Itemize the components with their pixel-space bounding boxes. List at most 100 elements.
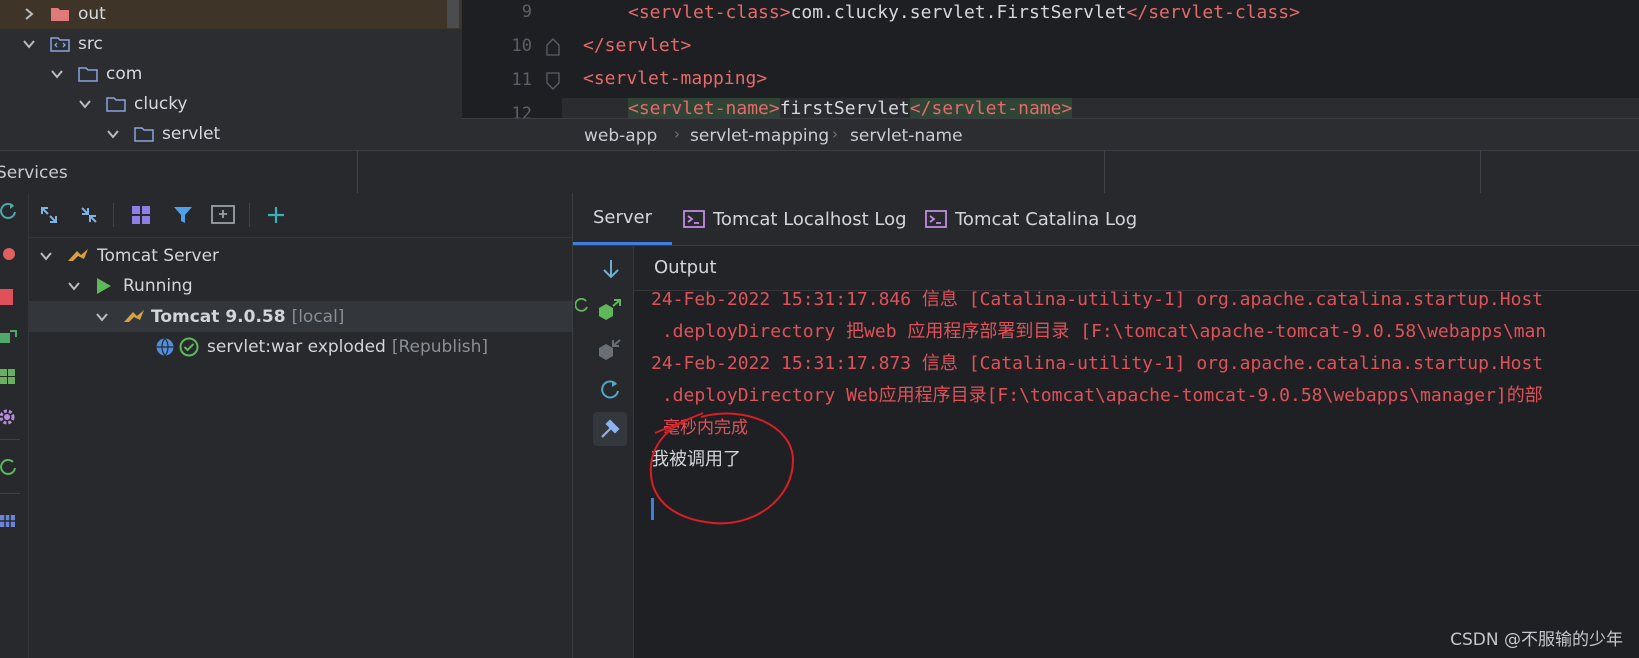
folder-icon — [78, 66, 98, 82]
divider — [1480, 151, 1481, 193]
breadcrumb-item[interactable]: web-app — [584, 126, 657, 146]
log-line: 24-Feb-2022 15:31:17.846 信息 [Catalina-ut… — [651, 289, 1544, 310]
tab-tomcat-catalina-log[interactable]: Tomcat Catalina Log — [925, 193, 1137, 245]
output-label: Output — [654, 257, 717, 278]
line-number: 11 — [511, 70, 532, 90]
tab-label: Tomcat Localhost Log — [713, 208, 907, 230]
tree-node-running[interactable]: Running — [67, 271, 193, 301]
source-folder-icon — [50, 36, 70, 52]
service-details-pane: Server Tomcat Localhost Log Tomcat Catal… — [573, 193, 1639, 658]
chevron-down-icon[interactable] — [78, 97, 92, 111]
refresh-icon[interactable] — [0, 201, 18, 221]
line-number: 10 — [511, 36, 532, 56]
fold-start-icon[interactable] — [546, 72, 560, 90]
divider — [357, 151, 358, 193]
divider — [1104, 151, 1105, 193]
chevron-down-icon[interactable] — [39, 249, 53, 263]
code-editor[interactable]: 9 10 11 12 <servlet-class>com.clucky.ser… — [462, 0, 1639, 118]
tree-node-tag: [local] — [291, 307, 345, 327]
divider — [0, 493, 20, 494]
play-icon — [97, 278, 111, 294]
services-tool-window-header: Services — [0, 150, 1639, 194]
tree-node-tag: [Republish] — [391, 337, 489, 357]
folder-icon — [106, 96, 126, 112]
tree-node-label: Running — [123, 276, 193, 296]
hammer-icon — [601, 419, 620, 438]
details-tab-bar: Server Tomcat Localhost Log Tomcat Catal… — [573, 193, 1639, 246]
tree-item-label: clucky — [134, 93, 188, 114]
tree-node-label: servlet:war exploded — [207, 337, 386, 357]
tree-node-tomcat-instance[interactable]: Tomcat 9.0.58 [local] — [95, 302, 344, 332]
tab-tomcat-localhost-log[interactable]: Tomcat Localhost Log — [683, 193, 907, 245]
expand-all-icon[interactable] — [39, 205, 59, 225]
watermark: CSDN @不服输的少年 — [1450, 630, 1623, 650]
log-line: .deployDirectory 把web 应用程序部署到目录 [F:\tomc… — [651, 321, 1547, 342]
console-icon — [683, 210, 705, 228]
divider — [249, 203, 250, 227]
stop-icon[interactable] — [0, 289, 13, 305]
filter-icon[interactable] — [173, 205, 195, 227]
code-line: </servlet> — [583, 35, 692, 56]
code-line: <servlet-name>firstServlet</servlet-name… — [628, 98, 1073, 118]
tomcat-icon — [124, 310, 144, 322]
tree-node-label: Tomcat Server — [97, 246, 220, 266]
tab-label: Server — [593, 207, 653, 228]
tomcat-icon — [68, 249, 88, 261]
project-tree: out src com clucky servlet — [0, 0, 462, 150]
scrollbar[interactable] — [447, 0, 459, 28]
undeploy-icon[interactable] — [597, 338, 623, 362]
fold-end-icon[interactable] — [546, 38, 560, 56]
tree-node-tomcat-server[interactable]: Tomcat Server — [39, 241, 219, 271]
add-icon[interactable] — [267, 205, 289, 227]
tree-item-clucky[interactable]: clucky — [78, 88, 188, 119]
chevron-down-icon[interactable] — [67, 279, 81, 293]
collapse-all-icon[interactable] — [79, 205, 99, 225]
breadcrumb-item[interactable]: servlet-name — [850, 126, 963, 146]
tree-item-label: servlet — [162, 123, 221, 144]
tree-item-label: com — [106, 63, 143, 84]
scroll-to-end-icon[interactable] — [601, 258, 621, 280]
chevron-down-icon[interactable] — [50, 67, 64, 81]
tree-item-servlet[interactable]: servlet — [106, 118, 220, 149]
tree-item-com[interactable]: com — [50, 58, 142, 89]
group-by-icon[interactable] — [131, 205, 153, 227]
tree-item-src[interactable]: src — [22, 28, 103, 59]
globe-icon — [156, 338, 174, 356]
settings-icon[interactable] — [0, 407, 18, 427]
breadcrumb-separator-icon: › — [832, 125, 838, 143]
divider — [113, 203, 114, 227]
breadcrumb-item[interactable]: servlet-mapping — [690, 126, 829, 146]
tree-node-artifact[interactable]: servlet:war exploded [Republish] — [155, 332, 488, 362]
chevron-down-icon[interactable] — [106, 127, 120, 141]
tree-item-out[interactable]: out — [0, 0, 462, 29]
services-tree: Tomcat Server Running Tomcat 9.0.58 [loc… — [29, 193, 573, 658]
deploy-icon[interactable] — [0, 327, 18, 347]
redeploy-icon[interactable] — [599, 378, 621, 400]
chevron-down-icon[interactable] — [95, 310, 109, 324]
layout-icon[interactable] — [0, 511, 18, 531]
folder-icon — [134, 126, 154, 142]
new-service-icon[interactable] — [211, 204, 235, 226]
line-number: 9 — [521, 2, 532, 22]
hand-drawn-circle-annotation — [649, 412, 795, 525]
status-ring-icon — [575, 297, 588, 312]
log-line: 24-Feb-2022 15:31:17.873 信息 [Catalina-ut… — [651, 353, 1544, 374]
tab-server[interactable]: Server — [573, 193, 673, 245]
log-line: .deployDirectory Web应用程序目录[F:\tomcat\apa… — [651, 385, 1543, 406]
tree-item-label: src — [78, 33, 103, 54]
services-toolbar — [29, 193, 572, 238]
debug-icon[interactable] — [0, 243, 18, 263]
tree-node-label: Tomcat 9.0.58 — [151, 307, 286, 327]
folder-excluded-icon — [51, 7, 69, 21]
breadcrumb-separator-icon: › — [674, 125, 680, 143]
chevron-right-icon[interactable] — [22, 7, 36, 21]
console-icon — [925, 210, 947, 228]
breadcrumb: web-app › servlet-mapping › servlet-name — [462, 118, 1639, 151]
chevron-down-icon[interactable] — [22, 37, 36, 51]
deploy-icon[interactable] — [597, 298, 623, 322]
check-circle-icon — [179, 337, 199, 357]
update-icon[interactable] — [0, 457, 18, 477]
build-button[interactable] — [593, 412, 627, 446]
divider — [0, 439, 20, 440]
artifact-icon[interactable] — [0, 367, 18, 387]
